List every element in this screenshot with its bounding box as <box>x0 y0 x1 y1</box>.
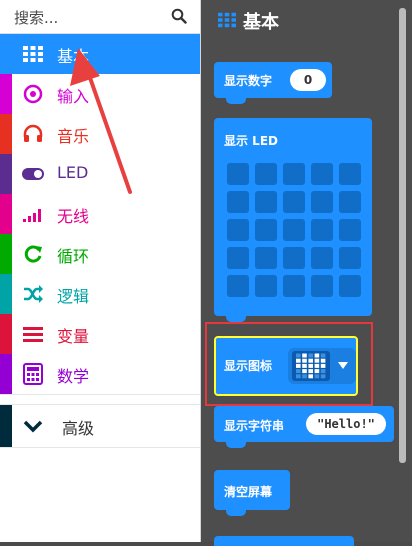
led-cell[interactable] <box>311 191 333 213</box>
category-label: 高级 <box>62 419 95 438</box>
led-cell[interactable] <box>283 191 305 213</box>
category-logic[interactable]: 逻辑 <box>0 274 200 315</box>
category-color-bar <box>0 314 12 354</box>
led-cell[interactable] <box>311 219 333 241</box>
category-color-bar <box>0 405 12 447</box>
category-basic[interactable]: 基本 <box>0 34 200 75</box>
category-color-bar <box>0 354 12 394</box>
number-input[interactable]: 0 <box>290 69 326 91</box>
show-number-block[interactable]: 显示数字 0 <box>214 62 332 98</box>
led-cell[interactable] <box>227 275 249 297</box>
block-notch <box>226 442 246 448</box>
category-label: 逻辑 <box>57 287 90 306</box>
led-cell[interactable] <box>339 275 361 297</box>
grid-icon <box>23 46 43 62</box>
category-color-bar <box>0 194 12 234</box>
headphones-icon <box>23 124 43 142</box>
led-cell[interactable] <box>339 191 361 213</box>
shuffle-icon <box>24 285 43 303</box>
category-label: 循环 <box>57 247 90 266</box>
category-loops[interactable]: 循环 <box>0 234 200 275</box>
chevron-down-icon <box>23 420 43 433</box>
category-color-bar <box>0 74 12 114</box>
led-cell[interactable] <box>311 275 333 297</box>
category-label: 变量 <box>57 327 90 346</box>
led-cell[interactable] <box>311 247 333 269</box>
led-cell[interactable] <box>255 219 277 241</box>
block-notch <box>226 98 246 104</box>
search-box[interactable]: 搜索... <box>0 0 200 34</box>
led-cell[interactable] <box>227 163 249 185</box>
loop-icon <box>24 245 42 263</box>
led-cell[interactable] <box>255 247 277 269</box>
led-cell[interactable] <box>283 219 305 241</box>
category-radio[interactable]: 无线 <box>0 194 200 235</box>
grid-icon <box>218 12 236 28</box>
partial-block[interactable] <box>214 536 354 546</box>
block-label: 清空屏幕 <box>224 485 273 499</box>
search-icon[interactable] <box>171 8 187 24</box>
flyout-title: 基本 <box>243 12 279 33</box>
category-label: 音乐 <box>57 127 90 146</box>
category-color-bar <box>0 234 12 274</box>
show-string-block[interactable]: 显示字符串 "Hello!" <box>214 406 394 442</box>
block-label: 显示 LED <box>224 134 278 148</box>
block-notch <box>226 510 246 516</box>
category-color-bar <box>0 114 12 154</box>
category-variables[interactable]: 变量 <box>0 314 200 355</box>
workspace-scrollbar[interactable] <box>399 8 406 463</box>
list-icon <box>23 327 43 342</box>
category-led[interactable]: LED <box>0 154 200 195</box>
clear-screen-block[interactable]: 清空屏幕 <box>214 470 290 510</box>
block-label: 显示字符串 <box>224 419 285 433</box>
led-cell[interactable] <box>227 191 249 213</box>
search-input[interactable]: 搜索... <box>14 7 58 28</box>
led-cell[interactable] <box>283 275 305 297</box>
led-cell[interactable] <box>283 163 305 185</box>
calculator-icon <box>23 363 43 385</box>
led-cell[interactable] <box>227 219 249 241</box>
category-color-bar <box>0 154 12 194</box>
led-cell[interactable] <box>283 247 305 269</box>
category-label: LED <box>57 163 89 182</box>
category-label: 基本 <box>57 47 90 66</box>
category-advanced[interactable]: 高级 <box>0 404 200 448</box>
target-icon <box>23 84 43 104</box>
show-leds-block[interactable]: 显示 LED <box>214 118 372 316</box>
category-input[interactable]: 输入 <box>0 74 200 115</box>
led-cell[interactable] <box>339 219 361 241</box>
led-cell[interactable] <box>339 247 361 269</box>
category-music[interactable]: 音乐 <box>0 114 200 155</box>
category-math[interactable]: 数学 <box>0 354 200 395</box>
led-cell[interactable] <box>255 275 277 297</box>
highlight-box <box>205 322 373 406</box>
block-label: 显示数字 <box>224 74 273 88</box>
category-label: 无线 <box>57 207 90 226</box>
led-cell[interactable] <box>227 247 249 269</box>
led-cell[interactable] <box>339 163 361 185</box>
signal-icon <box>23 209 41 222</box>
led-cell[interactable] <box>311 163 333 185</box>
category-label: 输入 <box>57 87 90 106</box>
string-input[interactable]: "Hello!" <box>306 413 386 435</box>
category-color-bar <box>0 274 12 314</box>
toggle-icon <box>22 168 44 180</box>
category-label: 数学 <box>57 367 90 386</box>
led-cell[interactable] <box>255 191 277 213</box>
toolbox: 搜索... 基本 输入 音乐 LED 无线 循环 逻辑 变量 数学 高级 <box>0 0 201 542</box>
led-cell[interactable] <box>255 163 277 185</box>
